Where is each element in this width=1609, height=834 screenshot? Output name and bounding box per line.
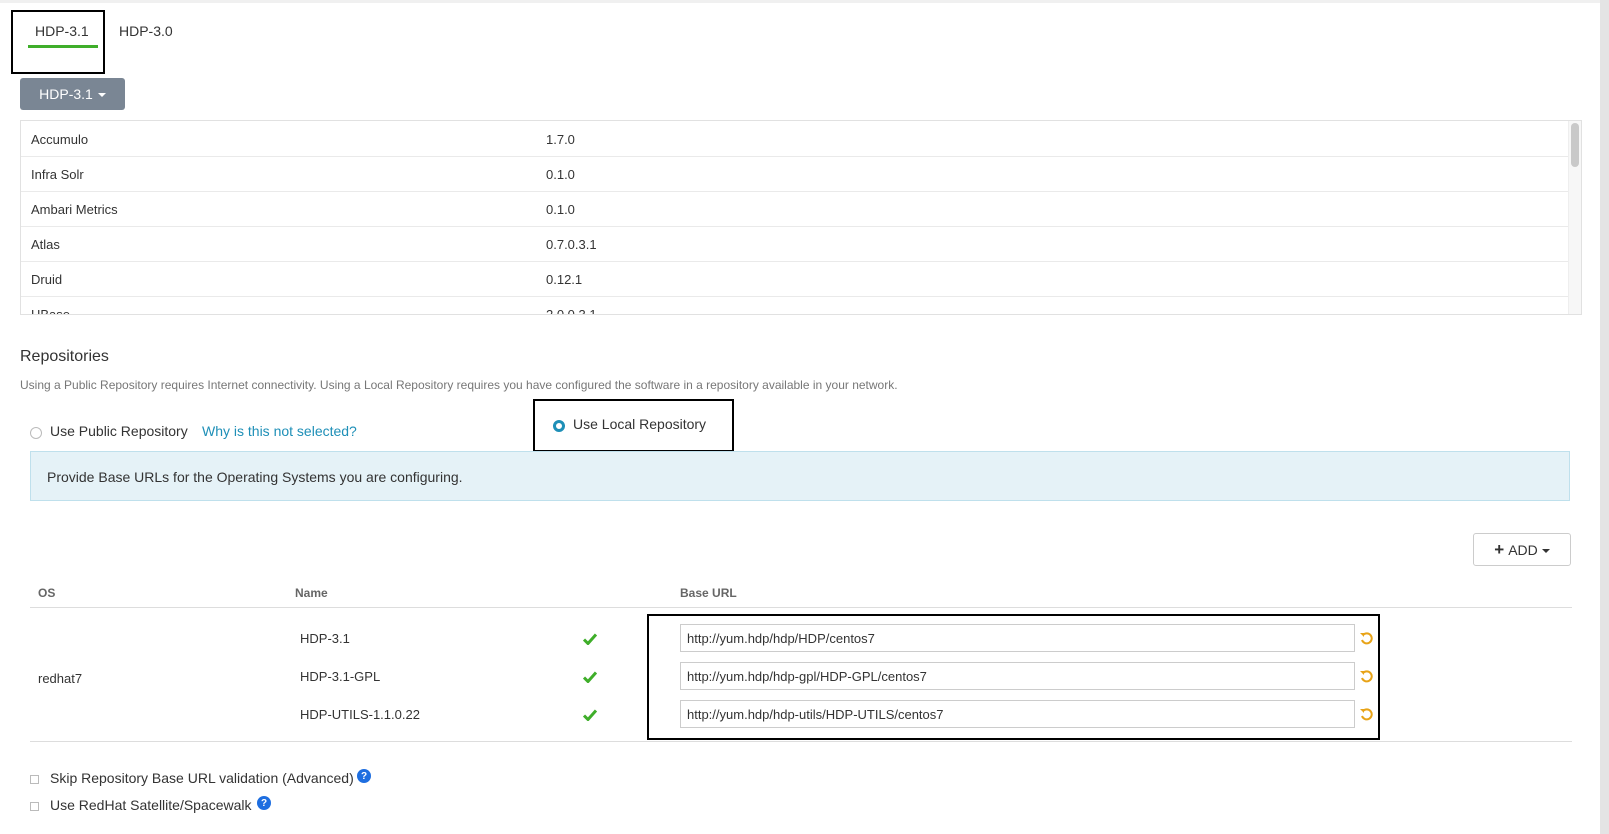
repositories-title: Repositories — [20, 348, 109, 365]
help-icon[interactable]: ? — [357, 769, 371, 783]
scrollbar-thumb[interactable] — [1571, 123, 1579, 167]
repo-name: HDP-3.1 — [300, 631, 350, 646]
service-version: 0.7.0.3.1 — [546, 237, 597, 252]
column-header-os: OS — [38, 586, 56, 600]
add-label: ADD — [1508, 541, 1538, 558]
highlight-box-tab — [11, 10, 105, 74]
caret-down-icon — [1541, 548, 1550, 553]
info-message: Provide Base URLs for the Operating Syst… — [47, 469, 463, 485]
check-icon — [583, 709, 597, 721]
satellite-label[interactable]: Use RedHat Satellite/Spacewalk — [50, 797, 252, 813]
highlight-box-base-urls — [647, 614, 1380, 740]
service-row: Accumulo 1.7.0 — [21, 121, 1569, 157]
check-icon — [583, 671, 597, 683]
tab-hdp-3-0[interactable]: HDP-3.0 — [119, 23, 173, 39]
public-repository-radio[interactable] — [30, 427, 42, 439]
service-version: 2.0.0.3.1 — [546, 307, 597, 315]
skip-validation-checkbox[interactable] — [30, 775, 39, 784]
repo-name: HDP-UTILS-1.1.0.22 — [300, 707, 420, 722]
service-name: Atlas — [31, 237, 60, 252]
repo-name: HDP-3.1-GPL — [300, 669, 381, 684]
main-panel: HDP-3.1 HDP-3.0 HDP-3.1 Accumulo 1.7.0 I… — [0, 3, 1600, 834]
caret-down-icon — [97, 93, 106, 97]
window-edge — [1600, 0, 1609, 834]
stack-services-table[interactable]: Accumulo 1.7.0 Infra Solr 0.1.0 Ambari M… — [20, 120, 1582, 315]
skip-validation-label[interactable]: Skip Repository Base URL validation (Adv… — [50, 770, 354, 786]
plus-icon: + — [1494, 539, 1505, 559]
repositories-description: Using a Public Repository requires Inter… — [20, 378, 898, 392]
service-version: 0.1.0 — [546, 202, 575, 217]
service-row: Ambari Metrics 0.1.0 — [21, 191, 1569, 227]
service-row: Atlas 0.7.0.3.1 — [21, 226, 1569, 262]
service-row: Druid 0.12.1 — [21, 261, 1569, 297]
service-row: HBase 2.0.0.3.1 — [21, 296, 1569, 315]
service-name: Ambari Metrics — [31, 202, 118, 217]
service-name: Infra Solr — [31, 167, 84, 182]
service-version: 0.12.1 — [546, 272, 583, 287]
version-dropdown-button[interactable]: HDP-3.1 — [20, 78, 125, 110]
highlight-box-local-repo — [533, 399, 734, 452]
help-icon[interactable]: ? — [257, 796, 271, 810]
version-label: HDP-3.1 — [39, 86, 93, 102]
check-icon — [583, 633, 597, 645]
table-divider — [30, 741, 1572, 742]
service-row: Infra Solr 0.1.0 — [21, 156, 1569, 192]
satellite-checkbox[interactable] — [30, 802, 39, 811]
why-not-selected-link[interactable]: Why is this not selected? — [202, 423, 357, 439]
tab-label: HDP-3.0 — [119, 23, 173, 39]
public-repository-label[interactable]: Use Public Repository — [50, 423, 188, 439]
service-name: Druid — [31, 272, 63, 287]
service-name: Accumulo — [31, 132, 89, 147]
service-version: 0.1.0 — [546, 167, 575, 182]
scrollbar[interactable] — [1568, 121, 1581, 314]
column-header-base-url: Base URL — [680, 586, 737, 600]
service-version: 1.7.0 — [546, 132, 575, 147]
info-alert: Provide Base URLs for the Operating Syst… — [30, 451, 1570, 501]
column-header-name: Name — [295, 586, 328, 600]
table-divider — [30, 607, 1572, 608]
service-name: HBase — [31, 307, 71, 315]
os-name: redhat7 — [38, 671, 83, 686]
add-os-button[interactable]: + ADD — [1473, 533, 1571, 566]
